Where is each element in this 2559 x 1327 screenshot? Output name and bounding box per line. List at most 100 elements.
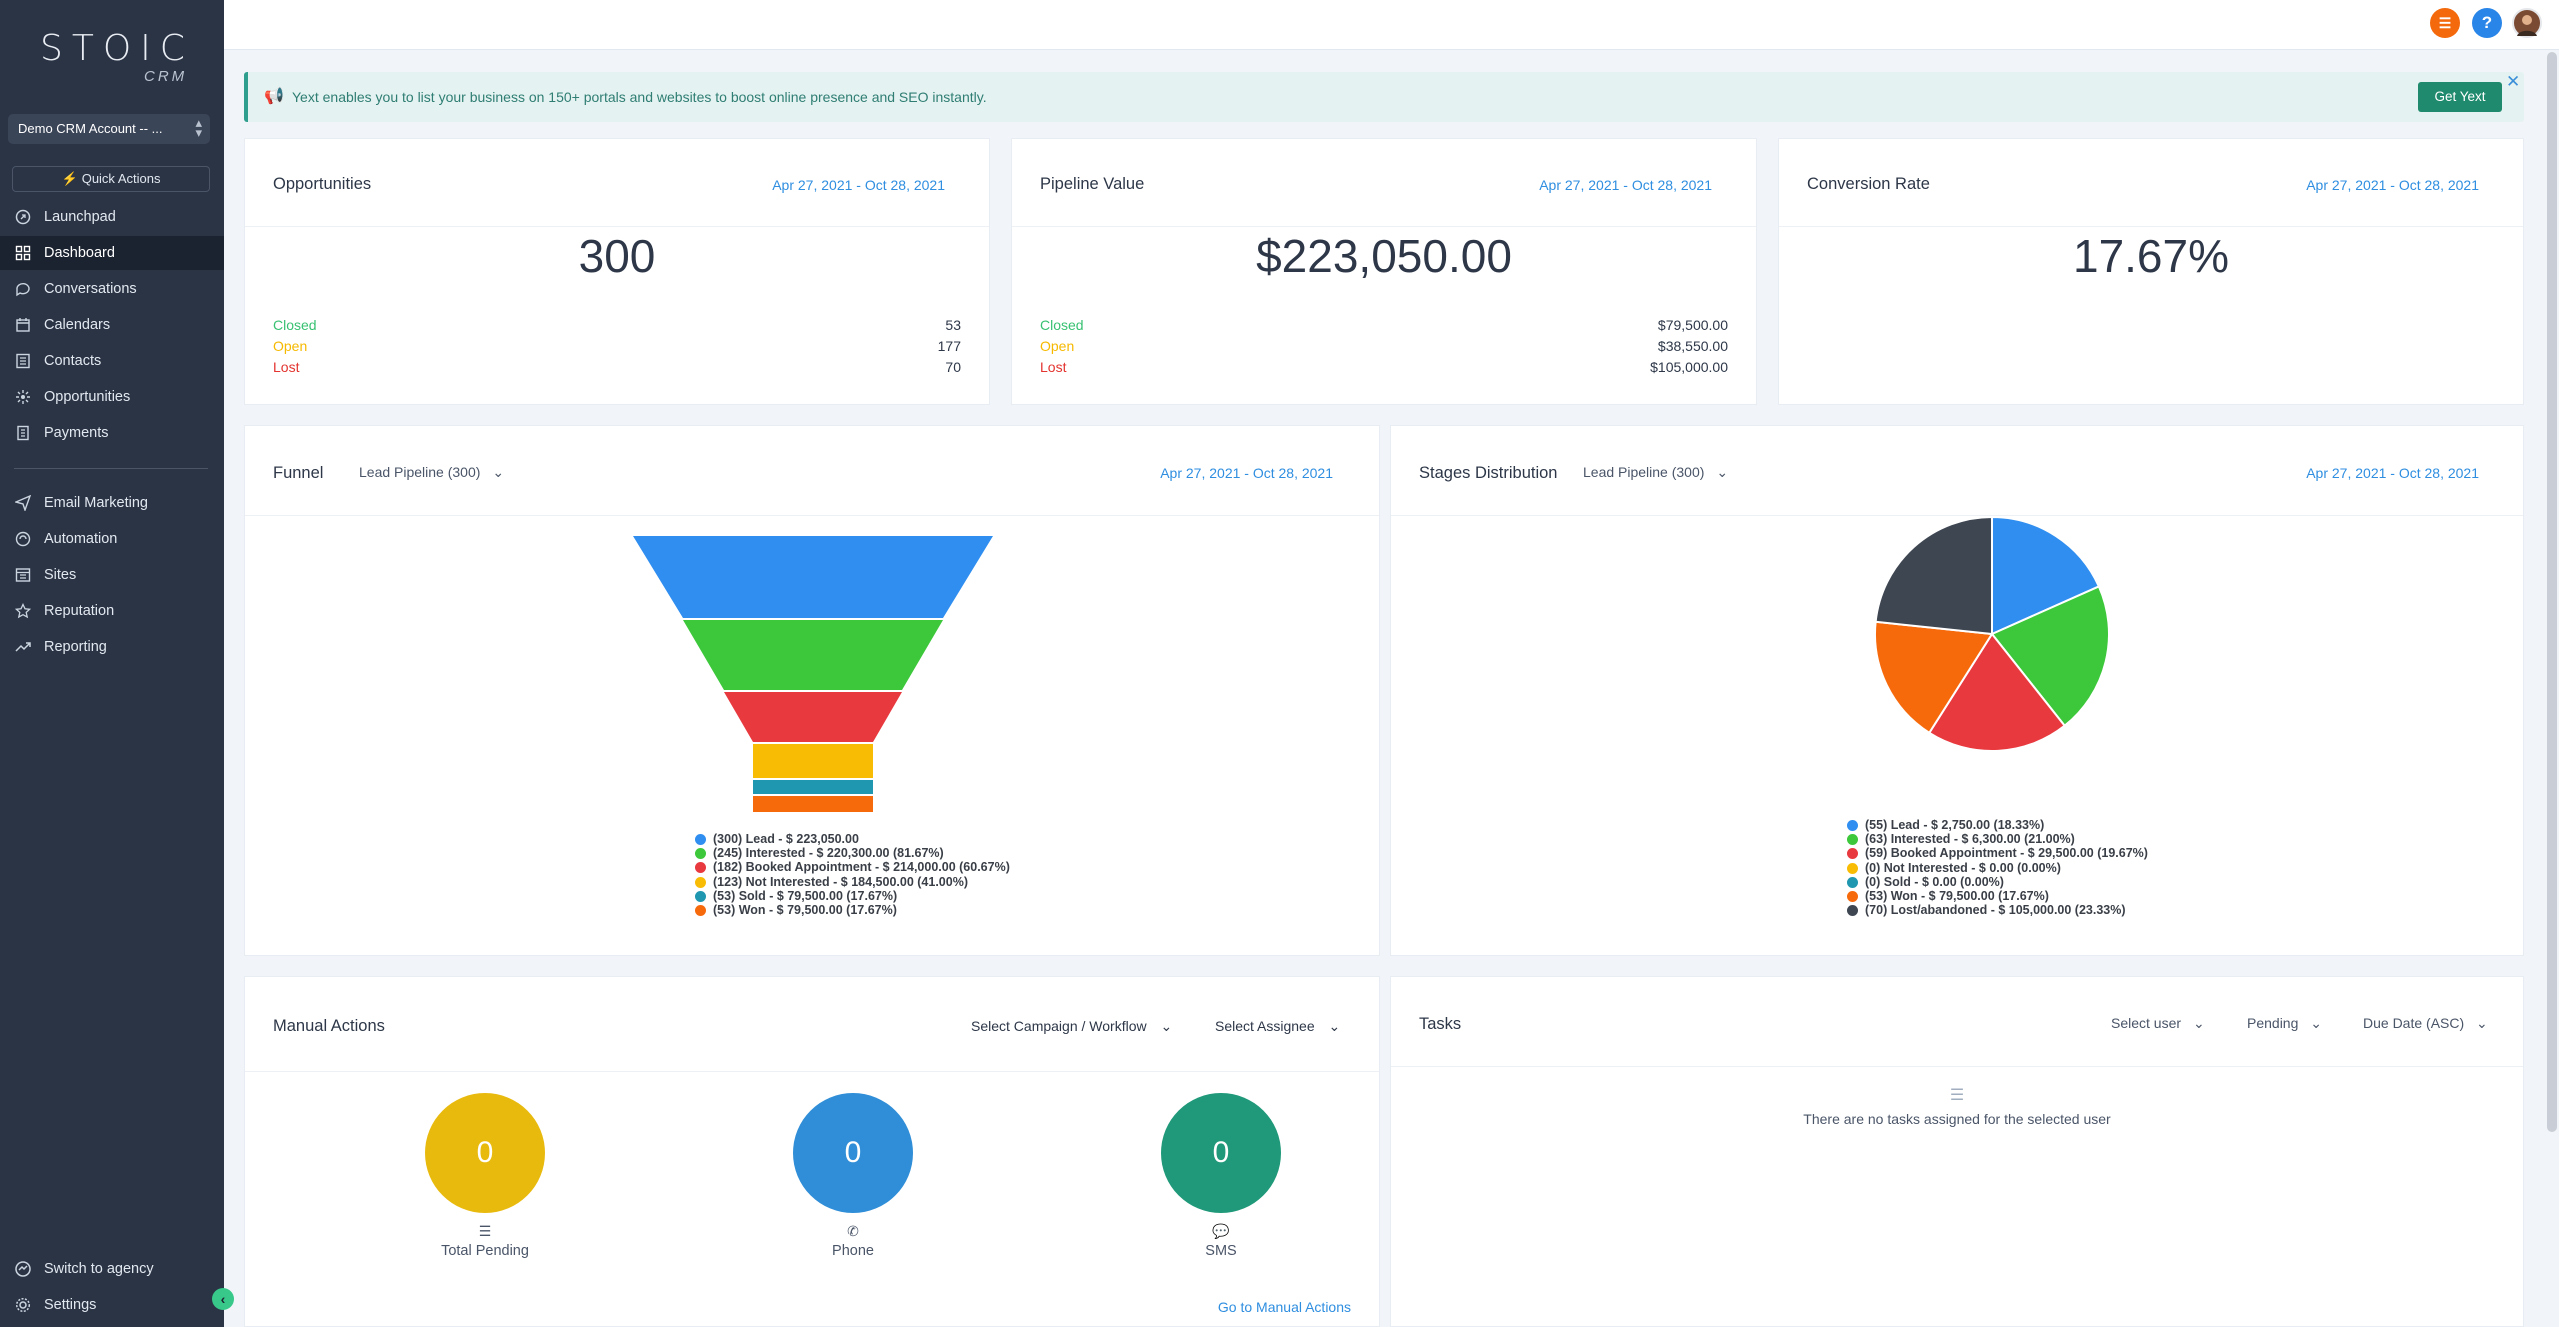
filter-icon [16, 390, 30, 404]
legend-label: (123) Not Interested - $ 184,500.00 (41.… [713, 874, 968, 889]
stat-value: 53 [945, 317, 961, 333]
legend-dot [1847, 905, 1858, 917]
sidebar-item-label: Reporting [44, 639, 107, 655]
legend-label: (53) Won - $ 79,500.00 (17.67%) [1865, 889, 2049, 904]
manual-count-label: SMS [1205, 1243, 1237, 1259]
pipeline-value-card: Pipeline Value Apr 27, 2021 - Oct 28, 20… [1011, 138, 1757, 405]
switch-to-agency[interactable]: Switch to agency [0, 1252, 224, 1286]
date-range[interactable]: Apr 27, 2021 - Oct 28, 2021 [2306, 177, 2479, 193]
notifications-list-icon[interactable]: ☰ [2430, 8, 2460, 38]
collapse-sidebar-button[interactable]: ‹ [212, 1288, 234, 1310]
sort-dropdown[interactable]: Due Date (ASC) ⌄ [2363, 1015, 2488, 1032]
manual-count-circle[interactable]: 0 [425, 1093, 545, 1213]
legend-dot [695, 848, 706, 860]
date-range[interactable]: Apr 27, 2021 - Oct 28, 2021 [1160, 465, 1333, 481]
megaphone-icon: 📢 [264, 88, 284, 105]
funnel-stage-5[interactable] [753, 796, 873, 812]
legend-label: (59) Booked Appointment - $ 29,500.00 (1… [1865, 846, 2148, 861]
stat-value: $38,550.00 [1657, 338, 1728, 354]
sidebar-item-calendars[interactable]: Calendars [0, 308, 224, 342]
legend-label: (0) Not Interested - $ 0.00 (0.00%) [1865, 860, 2061, 875]
campaign-select-label: Select Campaign / Workflow [971, 1018, 1147, 1034]
date-range[interactable]: Apr 27, 2021 - Oct 28, 2021 [772, 177, 945, 193]
funnel-stage-0[interactable] [633, 536, 993, 618]
sidebar-item-reporting[interactable]: Reporting [0, 630, 224, 664]
sidebar-item-opportunities[interactable]: Opportunities [0, 380, 224, 414]
gear-icon [15, 1297, 31, 1313]
funnel-stage-1[interactable] [683, 620, 943, 690]
stat-row-open: Open $38,550.00 [1040, 338, 1728, 359]
manual-count-label: Total Pending [441, 1243, 529, 1259]
stat-label: Lost [273, 359, 300, 375]
sidebar-item-contacts[interactable]: Contacts [0, 344, 224, 378]
sidebar-item-label: Opportunities [44, 389, 131, 405]
user-avatar[interactable] [2512, 8, 2542, 38]
phone-icon: ✆ [847, 1223, 859, 1239]
go-to-manual-actions-link[interactable]: Go to Manual Actions [1218, 1299, 1351, 1315]
sidebar-item-reputation[interactable]: Reputation [0, 594, 224, 628]
page-scrollbar[interactable] [2547, 52, 2557, 1132]
sidebar-item-email-marketing[interactable]: Email Marketing [0, 486, 224, 520]
sidebar-item-label: Reputation [44, 603, 115, 619]
manual-count-circle[interactable]: 0 [1161, 1093, 1281, 1213]
legend-item: (0) Sold - $ 0.00 (0.00%) [1847, 875, 2148, 889]
chevron-down-icon: ⌄ [2192, 1015, 2205, 1031]
top-bar: ☰ ? [224, 0, 2559, 50]
sidebar-item-sites[interactable]: Sites [0, 558, 224, 592]
get-yext-button[interactable]: Get Yext [2418, 82, 2502, 112]
manual-actions-card: Manual Actions Select Campaign / Workflo… [244, 976, 1380, 1327]
funnel-stage-4[interactable] [753, 780, 873, 794]
legend-label: (0) Sold - $ 0.00 (0.00%) [1865, 874, 2004, 889]
chevron-down-icon: ⌄ [1160, 1018, 1173, 1034]
date-range[interactable]: Apr 27, 2021 - Oct 28, 2021 [1539, 177, 1712, 193]
funnel-stage-3[interactable] [753, 744, 873, 778]
trend-icon [15, 642, 31, 652]
stat-label: Open [273, 338, 308, 354]
legend-item: (55) Lead - $ 2,750.00 (18.33%) [1847, 818, 2148, 832]
pie-slice-6[interactable] [1874, 516, 1993, 636]
updown-chevron-icon: ▴ ▾ [195, 115, 202, 140]
chevron-down-icon: ⌄ [1328, 1018, 1341, 1034]
brand-sub: CRM [144, 68, 188, 85]
assignee-select[interactable]: Select Assignee ⌄ [1215, 1018, 1340, 1035]
stat-row-open: Open 177 [273, 338, 961, 359]
status-dropdown[interactable]: Pending ⌄ [2247, 1015, 2322, 1032]
campaign-workflow-select[interactable]: Select Campaign / Workflow ⌄ [971, 1018, 1172, 1035]
legend-label: (182) Booked Appointment - $ 214,000.00 … [713, 860, 1010, 875]
stat-value: 70 [945, 359, 961, 375]
quick-actions-button[interactable]: ⚡ Quick Actions [12, 166, 210, 192]
avatar-person-icon [2517, 15, 2537, 36]
legend-dot [695, 890, 706, 902]
conversion-rate-card: Conversion Rate Apr 27, 2021 - Oct 28, 2… [1778, 138, 2524, 405]
brand-logo[interactable]: STOIC CRM [40, 28, 185, 88]
contacts-icon [16, 353, 30, 369]
chat-icon [16, 282, 30, 297]
card-header [245, 977, 1379, 1072]
sidebar-item-dashboard[interactable]: Dashboard [0, 236, 224, 270]
close-banner-icon[interactable]: ✕ [2506, 72, 2520, 92]
settings-link[interactable]: Settings [0, 1288, 224, 1322]
tasks-empty-message: There are no tasks assigned for the sele… [1803, 1111, 2111, 1127]
funnel-pipeline-select[interactable]: Lead Pipeline (300) ⌄ [359, 464, 504, 481]
legend-item: (53) Won - $ 79,500.00 (17.67%) [695, 903, 1010, 917]
date-range[interactable]: Apr 27, 2021 - Oct 28, 2021 [2306, 465, 2479, 481]
card-title: Opportunities [273, 175, 372, 193]
sidebar-item-label: Dashboard [44, 245, 115, 261]
sidebar-item-conversations[interactable]: Conversations [0, 272, 224, 306]
funnel-stage-2[interactable] [724, 692, 902, 742]
stages-distribution-card: Stages Distribution Lead Pipeline (300) … [1390, 425, 2524, 956]
sidebar-item-automation[interactable]: Automation [0, 522, 224, 556]
sidebar-item-payments[interactable]: Payments [0, 416, 224, 450]
sort-label: Due Date (ASC) [2363, 1015, 2465, 1031]
account-switcher[interactable]: Demo CRM Account -- ... ▴ ▾ [8, 114, 210, 144]
sidebar-item-launchpad[interactable]: Launchpad [0, 200, 224, 234]
chevron-down-icon: ⌄ [2476, 1015, 2488, 1031]
sms-icon: 💬 [1212, 1223, 1230, 1239]
sidebar-item-label: Calendars [44, 317, 111, 333]
select-user-dropdown[interactable]: Select user ⌄ [2111, 1015, 2205, 1032]
legend-label: (300) Lead - $ 223,050.00 [713, 832, 859, 846]
stat-label: Closed [273, 317, 317, 333]
help-icon[interactable]: ? [2472, 8, 2502, 38]
manual-count-circle[interactable]: 0 [793, 1093, 913, 1213]
stages-pipeline-select[interactable]: Lead Pipeline (300) ⌄ [1583, 464, 1728, 481]
